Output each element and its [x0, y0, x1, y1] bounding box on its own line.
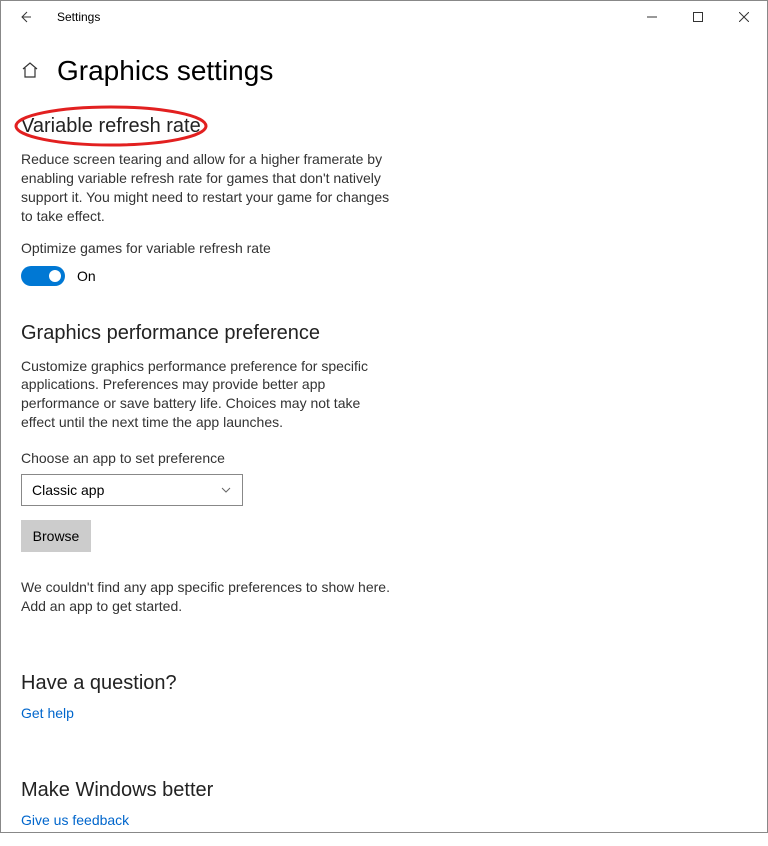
window-title: Settings: [57, 10, 100, 24]
feedback-section: Make Windows better Give us feedback: [21, 779, 747, 830]
chevron-down-icon: [220, 484, 232, 496]
vrr-heading-text: Variable refresh rate: [21, 115, 201, 137]
app-type-select[interactable]: Classic app: [21, 474, 243, 506]
toggle-knob: [49, 270, 61, 282]
arrow-left-icon: [17, 9, 33, 25]
vrr-toggle-state: On: [77, 268, 96, 284]
window-controls: [629, 1, 767, 33]
back-button[interactable]: [9, 1, 41, 33]
graphics-performance-section: Graphics performance preference Customiz…: [21, 322, 747, 616]
vrr-toggle-label: Optimize games for variable refresh rate: [21, 240, 747, 256]
maximize-icon: [693, 12, 703, 22]
variable-refresh-rate-section: Variable refresh rate Reduce screen tear…: [21, 115, 747, 286]
content-area: Graphics settings Variable refresh rate …: [1, 33, 767, 846]
vrr-description: Reduce screen tearing and allow for a hi…: [21, 150, 391, 226]
maximize-button[interactable]: [675, 1, 721, 33]
browse-button[interactable]: Browse: [21, 520, 91, 552]
give-feedback-link[interactable]: Give us feedback: [21, 812, 129, 828]
page-title: Graphics settings: [57, 55, 273, 87]
titlebar-left: Settings: [9, 1, 629, 33]
close-icon: [739, 12, 749, 22]
vrr-toggle[interactable]: [21, 266, 65, 286]
close-button[interactable]: [721, 1, 767, 33]
feedback-heading: Make Windows better: [21, 779, 747, 802]
help-heading: Have a question?: [21, 672, 747, 695]
vrr-heading: Variable refresh rate: [21, 115, 201, 138]
choose-app-label: Choose an app to set preference: [21, 450, 747, 466]
vrr-toggle-row: On: [21, 266, 747, 286]
page-header: Graphics settings: [21, 55, 747, 87]
perf-heading: Graphics performance preference: [21, 322, 747, 345]
empty-preferences-message: We couldn't find any app specific prefer…: [21, 578, 401, 616]
select-value: Classic app: [32, 482, 104, 498]
minimize-icon: [647, 12, 657, 22]
home-icon[interactable]: [21, 59, 39, 84]
minimize-button[interactable]: [629, 1, 675, 33]
get-help-link[interactable]: Get help: [21, 705, 74, 721]
help-section: Have a question? Get help: [21, 672, 747, 723]
titlebar: Settings: [1, 1, 767, 33]
perf-description: Customize graphics performance preferenc…: [21, 357, 391, 433]
